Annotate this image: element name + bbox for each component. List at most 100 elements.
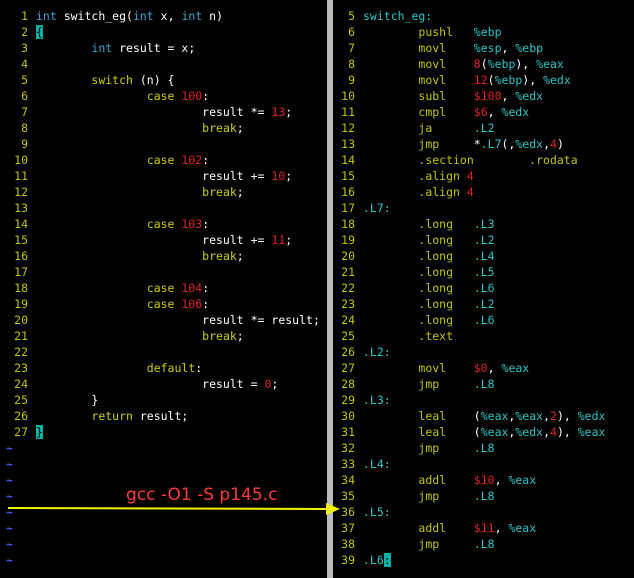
token-dir: .long <box>418 313 454 327</box>
code-text: .L4: <box>363 456 391 472</box>
line-number: 32 <box>341 441 355 455</box>
code-text: break; <box>36 184 244 200</box>
asm-line[interactable]: 14 .section .rodata <box>333 152 634 168</box>
token-plain: result += <box>36 169 272 183</box>
c-source-line[interactable]: 25 } <box>0 392 327 408</box>
c-source-line[interactable]: 24 result = 0; <box>0 376 327 392</box>
token-dir: .section <box>418 153 474 167</box>
c-source-line[interactable]: 9 <box>0 136 327 152</box>
c-source-line[interactable]: 3 int result = x; <box>0 40 327 56</box>
asm-line[interactable]: 34 addl $10, %eax <box>333 472 634 488</box>
asm-line[interactable]: 25 .text <box>333 328 634 344</box>
c-source-line[interactable]: 10 case 102: <box>0 152 327 168</box>
c-source-line[interactable]: 13 <box>0 200 327 216</box>
asm-line[interactable]: 10 subl $100, %edx <box>333 88 634 104</box>
c-source-line[interactable]: 22 <box>0 344 327 360</box>
asm-line[interactable]: 8 movl 8(%ebp), %eax <box>333 56 634 72</box>
asm-line[interactable]: 35 jmp .L8 <box>333 488 634 504</box>
c-source-line[interactable]: 1 int switch_eg(int x, int n) <box>0 8 327 24</box>
c-source-line[interactable]: 8 break; <box>0 120 327 136</box>
token-plain: : <box>202 153 210 167</box>
c-source-line[interactable]: 19 case 106: <box>0 296 327 312</box>
asm-line[interactable]: 15 .align 4 <box>333 168 634 184</box>
c-source-line[interactable]: 2{ <box>0 24 327 40</box>
c-source-line[interactable]: 18 case 104: <box>0 280 327 296</box>
code-text: .long .L2 <box>363 296 494 312</box>
token-instr: movl <box>418 57 447 71</box>
asm-line[interactable]: 37 addl $11, %eax <box>333 520 634 536</box>
token-plain: , <box>487 105 502 119</box>
asm-line[interactable]: 27 movl $0, %eax <box>333 360 634 376</box>
vim-split-window: 1 int switch_eg(int x, int n) 2{3 int resu… <box>0 0 634 578</box>
asm-line[interactable]: 23 .long .L2 <box>333 296 634 312</box>
token-plain: x, <box>153 9 182 23</box>
c-source-line[interactable]: 12 break; <box>0 184 327 200</box>
asm-line[interactable]: 5 switch_eg: <box>333 8 634 24</box>
c-source-line[interactable]: 5 switch (n) { <box>0 72 327 88</box>
line-number: 24 <box>341 313 355 327</box>
token-num: $100 <box>473 89 502 103</box>
asm-line[interactable]: 36 .L5: <box>333 504 634 520</box>
asm-line[interactable]: 9 movl 12(%ebp), %edx <box>333 72 634 88</box>
c-source-line[interactable]: 27} <box>0 424 327 440</box>
token-plain: ), <box>515 57 537 71</box>
asm-line[interactable]: 24 .long .L6 <box>333 312 634 328</box>
asm-line[interactable]: 17 .L7: <box>333 200 634 216</box>
code-text: addl $10, %eax <box>363 472 536 488</box>
code-text: } <box>36 424 43 440</box>
asm-line[interactable]: 30 leal (%eax,%eax,2), %edx <box>333 408 634 424</box>
c-source-line[interactable]: 4 <box>0 56 327 72</box>
token-label: .L6 <box>473 281 495 295</box>
asm-line[interactable]: 26 .L2: <box>333 344 634 360</box>
c-source-line[interactable]: 26 return result; <box>0 408 327 424</box>
c-source-line[interactable]: 23 default: <box>0 360 327 376</box>
line-number: 33 <box>341 457 355 471</box>
c-source-line[interactable]: 14 case 103: <box>0 216 327 232</box>
assembly-pane[interactable]: 5 switch_eg: 6 pushl %ebp 7 movl %esp, %ebp… <box>333 0 634 578</box>
asm-line[interactable]: 39 .L6: <box>333 552 634 568</box>
token-plain: ; <box>285 233 293 247</box>
c-source-line[interactable]: 16 break; <box>0 248 327 264</box>
token-plain: (, <box>501 137 516 151</box>
asm-line[interactable]: 12 ja .L2 <box>333 120 634 136</box>
asm-line[interactable]: 7 movl %esp, %ebp <box>333 40 634 56</box>
c-source-line[interactable]: 17 <box>0 264 327 280</box>
asm-line[interactable]: 16 .align 4 <box>333 184 634 200</box>
asm-line[interactable]: 31 leal (%eax,%edx,4), %eax <box>333 424 634 440</box>
token-plain: : <box>195 361 203 375</box>
c-source-line[interactable]: 6 case 100: <box>0 88 327 104</box>
c-source-line[interactable]: 7 result *= 13; <box>0 104 327 120</box>
line-number: 13 <box>341 137 355 151</box>
asm-line[interactable]: 29 .L3: <box>333 392 634 408</box>
asm-line[interactable]: 33 .L4: <box>333 456 634 472</box>
c-source-line[interactable]: 21 break; <box>0 328 327 344</box>
asm-line[interactable]: 18 .long .L3 <box>333 216 634 232</box>
token-plain: : <box>202 297 210 311</box>
asm-line[interactable]: 38 jmp .L8 <box>333 536 634 552</box>
asm-line[interactable]: 13 jmp *.L7(,%edx,4) <box>333 136 634 152</box>
c-source-line[interactable]: 15 result += 11; <box>0 232 327 248</box>
asm-line[interactable]: 19 .long .L2 <box>333 232 634 248</box>
asm-line[interactable]: 28 jmp .L8 <box>333 376 634 392</box>
text-cursor: : <box>383 553 391 567</box>
asm-line[interactable]: 32 jmp .L8 <box>333 440 634 456</box>
c-source-line[interactable]: 11 result += 10; <box>0 168 327 184</box>
asm-line[interactable]: 6 pushl %ebp <box>333 24 634 40</box>
c-source-line[interactable]: 20 result *= result; <box>0 312 327 328</box>
asm-line[interactable]: 21 .long .L5 <box>333 264 634 280</box>
asm-line[interactable]: 22 .long .L6 <box>333 280 634 296</box>
asm-line[interactable]: 20 .long .L4 <box>333 248 634 264</box>
asm-line[interactable]: 11 cmpl $6, %edx <box>333 104 634 120</box>
tilde-marker: ~ <box>6 457 13 471</box>
